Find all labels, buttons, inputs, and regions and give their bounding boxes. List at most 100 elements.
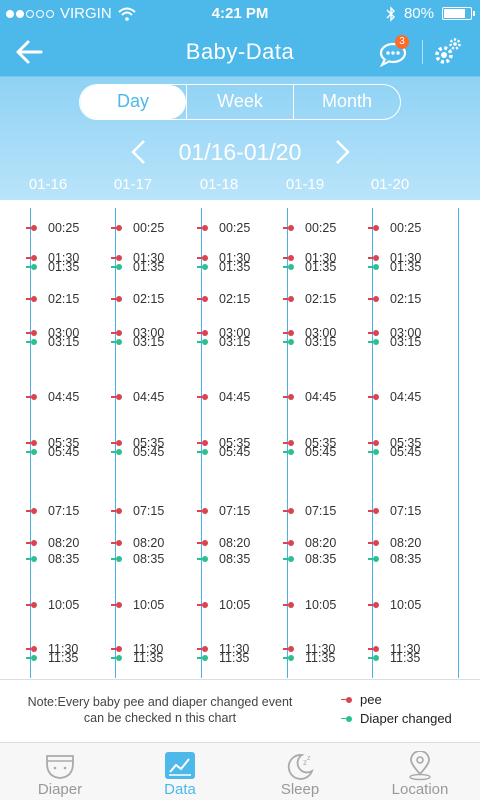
- pee-marker: [111, 296, 122, 302]
- event-time-label: 02:15: [48, 292, 80, 306]
- pee-marker: [283, 508, 294, 514]
- legend-note: Note:Every baby pee and diaper changed e…: [0, 690, 480, 738]
- diaper-marker: [283, 449, 294, 455]
- event-time-label: 00:25: [390, 221, 422, 235]
- pee-marker: [197, 394, 208, 400]
- event-time-label: 03:15: [48, 335, 80, 349]
- diaper-marker: [283, 556, 294, 562]
- date-range-selector: 01/16-01/20: [0, 136, 480, 168]
- pee-marker: [368, 540, 379, 546]
- tab-data-label: Data: [164, 781, 196, 798]
- tab-location-label: Location: [391, 781, 449, 798]
- diaper-marker: [283, 264, 294, 270]
- date-header: 01-17: [113, 176, 153, 193]
- segment-week[interactable]: Week: [186, 85, 293, 119]
- event-time-label: 04:45: [133, 390, 165, 404]
- diaper-marker: [111, 339, 122, 345]
- event-time-label: 08:20: [305, 536, 337, 550]
- event-time-label: 04:45: [48, 390, 80, 404]
- event-time-label: 01:35: [390, 260, 422, 274]
- event-time-label: 02:15: [390, 292, 422, 306]
- diaper-icon: [46, 755, 74, 779]
- diaper-marker: [368, 449, 379, 455]
- pee-marker: [368, 508, 379, 514]
- event-time-label: 11:35: [305, 651, 336, 665]
- pee-marker: [368, 225, 379, 231]
- diaper-marker: [368, 264, 379, 270]
- next-range-chevron-icon[interactable]: [329, 138, 355, 166]
- pee-marker: [368, 440, 379, 446]
- date-header: 01-16: [28, 176, 68, 193]
- pee-marker: [26, 602, 37, 608]
- timeline-axis-line: [458, 208, 459, 678]
- timeline-chart: 00:25 01:30 01:35 02:15 03:00 03:15 04:45 05:35…: [0, 200, 480, 678]
- pee-marker: [26, 330, 37, 336]
- date-range-label: 01/16-01/20: [178, 139, 302, 165]
- diaper-marker: [283, 339, 294, 345]
- event-time-label: 04:45: [219, 390, 251, 404]
- event-time-label: 01:35: [48, 260, 80, 274]
- date-header: 01-20: [370, 176, 410, 193]
- event-time-label: 02:15: [305, 292, 337, 306]
- note-text: Note:Every baby pee and diaper changed e…: [27, 695, 293, 725]
- event-time-label: 03:15: [305, 335, 337, 349]
- event-time-label: 00:25: [305, 221, 337, 235]
- tab-diaper[interactable]: Diaper: [0, 743, 120, 800]
- diaper-marker: [197, 556, 208, 562]
- pee-marker: [368, 602, 379, 608]
- settings-gear-icon[interactable]: [432, 36, 462, 68]
- event-time-label: 03:15: [219, 335, 251, 349]
- tab-sleep[interactable]: z z Sleep: [240, 743, 360, 800]
- event-time-label: 10:05: [133, 598, 165, 612]
- diaper-marker: [197, 655, 208, 661]
- event-time-label: 05:45: [219, 445, 251, 459]
- pee-marker: [111, 508, 122, 514]
- divider: [0, 679, 480, 680]
- tab-diaper-label: Diaper: [37, 781, 83, 798]
- pee-marker: [111, 255, 122, 261]
- event-time-label: 08:20: [48, 536, 80, 550]
- pee-marker: [197, 602, 208, 608]
- pee-marker: [26, 225, 37, 231]
- event-time-label: 08:35: [219, 552, 251, 566]
- pee-marker: [283, 602, 294, 608]
- event-time-label: 00:25: [133, 221, 165, 235]
- event-time-label: 01:35: [133, 260, 165, 274]
- event-time-label: 10:05: [48, 598, 80, 612]
- segment-month[interactable]: Month: [293, 85, 400, 119]
- diaper-marker: [283, 655, 294, 661]
- pee-marker: [26, 440, 37, 446]
- segment-day[interactable]: Day: [80, 85, 186, 119]
- event-time-label: 02:15: [133, 292, 165, 306]
- pee-marker: [26, 296, 37, 302]
- bluetooth-icon: [386, 5, 395, 22]
- event-time-label: 03:15: [390, 335, 422, 349]
- event-time-label: 07:15: [133, 504, 165, 518]
- tab-location[interactable]: Location: [360, 743, 480, 800]
- event-time-label: 00:25: [219, 221, 251, 235]
- event-time-label: 10:05: [390, 598, 422, 612]
- period-segmented-control: Day Week Month: [79, 84, 401, 120]
- pee-marker: [26, 508, 37, 514]
- event-time-label: 11:35: [219, 651, 250, 665]
- diaper-marker: [26, 556, 37, 562]
- event-time-label: 08:35: [133, 552, 165, 566]
- pee-marker: [111, 540, 122, 546]
- event-time-label: 08:20: [390, 536, 422, 550]
- event-time-label: 11:35: [48, 651, 79, 665]
- header: VIRGIN 4:21 PM 80% Baby-Data 3 Day Week …: [0, 0, 480, 200]
- pee-marker: [283, 255, 294, 261]
- event-time-label: 07:15: [48, 504, 80, 518]
- event-time-label: 07:15: [305, 504, 337, 518]
- event-time-label: 07:15: [390, 504, 422, 518]
- event-time-label: 03:15: [133, 335, 165, 349]
- event-time-label: 08:35: [48, 552, 80, 566]
- date-column-headers: 01-16 01-17 01-18 01-19 01-20: [0, 176, 480, 196]
- pee-marker: [283, 296, 294, 302]
- tab-data[interactable]: Data: [120, 743, 240, 800]
- svg-text:z: z: [307, 755, 311, 762]
- pee-marker: [368, 646, 379, 652]
- legend-pee-label: pee: [360, 692, 382, 707]
- diaper-marker: [368, 339, 379, 345]
- pee-marker: [197, 508, 208, 514]
